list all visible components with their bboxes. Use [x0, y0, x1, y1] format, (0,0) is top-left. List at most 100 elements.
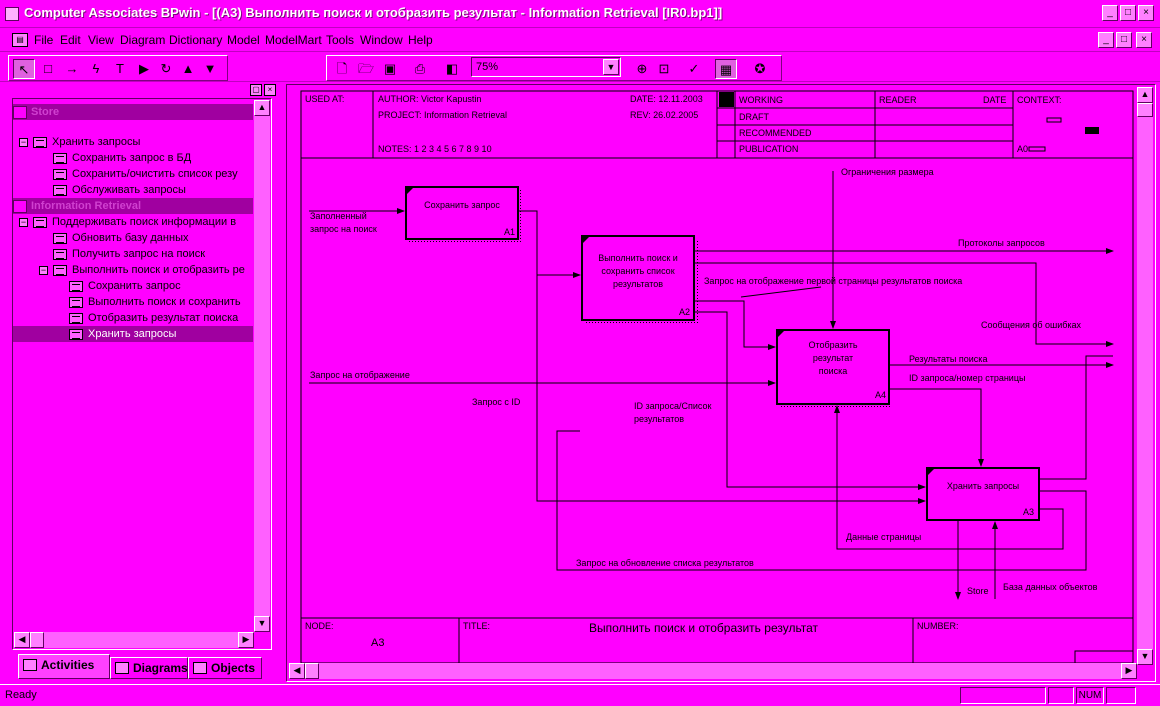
scroll-down-icon[interactable]: ▼ — [1137, 649, 1153, 665]
minimize-button[interactable]: _ — [1102, 5, 1118, 21]
tab-label: Diagrams — [133, 661, 188, 675]
scroll-left-icon[interactable]: ◀ — [14, 632, 30, 648]
collapse-icon[interactable]: − — [39, 266, 48, 275]
node-value: A3 — [371, 637, 384, 649]
maximize-button[interactable]: □ — [1120, 5, 1136, 21]
doc-restore-button[interactable]: □ — [1116, 32, 1132, 48]
menu-dictionary[interactable]: Dictionary — [169, 33, 222, 47]
tree-item[interactable]: Обслуживать запросы — [53, 182, 186, 198]
new-file-icon[interactable]: 🗋 — [331, 59, 353, 79]
activity-box-a4[interactable]: Отобразить результат поиска A4 — [776, 329, 892, 407]
open-folder-icon[interactable]: 🗁 — [355, 59, 377, 79]
document-icon[interactable]: ▤ — [12, 33, 28, 47]
activity-box-a3[interactable]: Хранить запросы A3 — [926, 467, 1042, 523]
tree-group-information-retrieval[interactable]: Information Retrieval — [13, 198, 253, 214]
tree-item[interactable]: Сохранить запрос — [69, 278, 181, 294]
tree-item[interactable]: Поддерживать поиск информации в — [33, 214, 236, 230]
tree-item[interactable]: Хранить запросы — [33, 134, 140, 150]
menu-help[interactable]: Help — [408, 33, 433, 47]
diagram-vertical-scrollbar[interactable]: ▲ ▼ — [1137, 87, 1153, 665]
tree-item[interactable]: Выполнить поиск и отобразить ре — [53, 262, 245, 278]
tree-item[interactable]: Обновить базу данных — [53, 230, 188, 246]
scroll-left-icon[interactable]: ◀ — [289, 663, 305, 679]
label-first-page-request: Запрос на отображение первой страницы ре… — [704, 276, 962, 286]
doc-close-button[interactable]: × — [1136, 32, 1152, 48]
activity-box-a2[interactable]: Выполнить поиск и сохранить список резул… — [581, 235, 699, 323]
tree-item[interactable]: Отобразить результат поиска — [69, 310, 238, 326]
status-recommended: RECOMMENDED — [739, 128, 812, 138]
activity-box-a1[interactable]: Сохранить запрос A1 — [405, 186, 521, 242]
menu-model[interactable]: Model — [227, 33, 260, 47]
panel-dock-button[interactable]: ▢ — [250, 84, 262, 96]
tab-activities[interactable]: Activities — [18, 654, 110, 679]
rotate-icon[interactable]: ↻ — [155, 59, 177, 79]
menu-window[interactable]: Window — [360, 33, 403, 47]
collapse-icon[interactable]: − — [19, 218, 28, 227]
scroll-thumb[interactable] — [1137, 103, 1153, 117]
doc-minimize-button[interactable]: _ — [1098, 32, 1114, 48]
activity-tree[interactable]: Store − Хранить запросы Сохранить запрос… — [12, 98, 272, 650]
menu-edit[interactable]: Edit — [60, 33, 81, 47]
arrow-query-page-id[interactable] — [889, 388, 984, 467]
arrow-tool-icon[interactable]: → — [61, 59, 83, 79]
spell-check-icon[interactable]: ✓ — [683, 59, 705, 79]
scroll-right-icon[interactable]: ▶ — [1121, 663, 1137, 679]
label-search-results: Результаты поиска — [909, 354, 987, 364]
tree-horizontal-scrollbar[interactable]: ◀ ▶ — [14, 632, 254, 648]
tree-group-store[interactable]: Store — [13, 104, 253, 120]
menu-modelmart[interactable]: ModelMart — [265, 33, 322, 47]
print-icon[interactable]: ⎙ — [409, 59, 431, 79]
save-disk-icon[interactable]: ▣ — [379, 59, 401, 79]
tab-diagrams[interactable]: Diagrams — [110, 657, 188, 679]
zoom-fit-icon[interactable]: ⊡ — [653, 59, 675, 79]
scroll-up-icon[interactable]: ▲ — [254, 100, 270, 116]
scroll-up-icon[interactable]: ▲ — [1137, 87, 1153, 103]
idef0-diagram[interactable]: USED AT: AUTHOR: Victor Kapustin DATE: 1… — [287, 85, 1137, 665]
diagram-window[interactable]: USED AT: AUTHOR: Victor Kapustin DATE: 1… — [286, 84, 1156, 682]
tab-objects[interactable]: Objects — [188, 657, 262, 679]
tree-item[interactable]: Сохранить запрос в БД — [53, 150, 191, 166]
triangle-right-icon[interactable]: ▶ — [133, 59, 155, 79]
text-tool-icon[interactable]: T — [109, 59, 131, 79]
tree-item[interactable]: Получить запрос на поиск — [53, 246, 205, 262]
bpwin-app-icon[interactable] — [5, 7, 19, 21]
scroll-right-icon[interactable]: ▶ — [238, 632, 254, 648]
label-query-page-id: ID запроса/номер страницы — [909, 373, 1025, 383]
tree-item[interactable]: Выполнить поиск и сохранить — [69, 294, 241, 310]
tree-vertical-scrollbar[interactable]: ▲ ▼ — [254, 100, 270, 632]
menu-diagram[interactable]: Diagram — [120, 33, 165, 47]
status-cell — [1048, 687, 1074, 704]
squiggle-tool-icon[interactable]: ϟ — [85, 59, 107, 79]
scroll-thumb[interactable] — [305, 663, 319, 679]
chevron-down-icon[interactable]: ▼ — [603, 59, 619, 75]
box-tool-icon[interactable]: □ — [37, 59, 59, 79]
diagram-horizontal-scrollbar[interactable]: ◀ ▶ — [289, 663, 1137, 679]
activity-label: Выполнить поиск и — [598, 253, 678, 263]
tree-item-label: Выполнить поиск и сохранить — [88, 296, 241, 308]
tree-item-selected[interactable]: Хранить запросы — [13, 326, 253, 342]
collapse-icon[interactable]: − — [19, 138, 28, 147]
modelmart-icon[interactable]: ✪ — [749, 59, 771, 79]
model-explorer-icon[interactable]: ◧ — [441, 59, 463, 79]
menu-file[interactable]: File — [34, 33, 53, 47]
scroll-down-icon[interactable]: ▼ — [254, 616, 270, 632]
zoom-in-icon[interactable]: ⊕ — [631, 59, 653, 79]
author-text: AUTHOR: Victor Kapustin — [378, 94, 481, 104]
arrow-first-page-request[interactable] — [694, 300, 776, 350]
panel-close-button[interactable]: × — [264, 84, 276, 96]
scroll-thumb[interactable] — [30, 632, 44, 648]
close-button[interactable]: × — [1138, 5, 1154, 21]
menu-view[interactable]: View — [88, 33, 114, 47]
go-down-icon[interactable]: ▼ — [199, 59, 221, 79]
zoom-select[interactable]: 75% ▼ — [471, 57, 621, 77]
context-label: CONTEXT: — [1017, 95, 1062, 105]
menu-tools[interactable]: Tools — [326, 33, 354, 47]
activity-browser-icon[interactable]: ▦ — [715, 59, 737, 79]
tab-label: Activities — [41, 658, 95, 672]
title-bar[interactable]: Computer Associates BPwin - [(A3) Выполн… — [0, 0, 1160, 28]
pointer-tool-icon[interactable]: ↖ — [13, 59, 35, 79]
go-up-icon[interactable]: ▲ — [177, 59, 199, 79]
tree-item[interactable]: Сохранить/очистить список резу — [53, 166, 238, 182]
activity-icon — [69, 280, 83, 292]
status-cell — [1106, 687, 1136, 704]
